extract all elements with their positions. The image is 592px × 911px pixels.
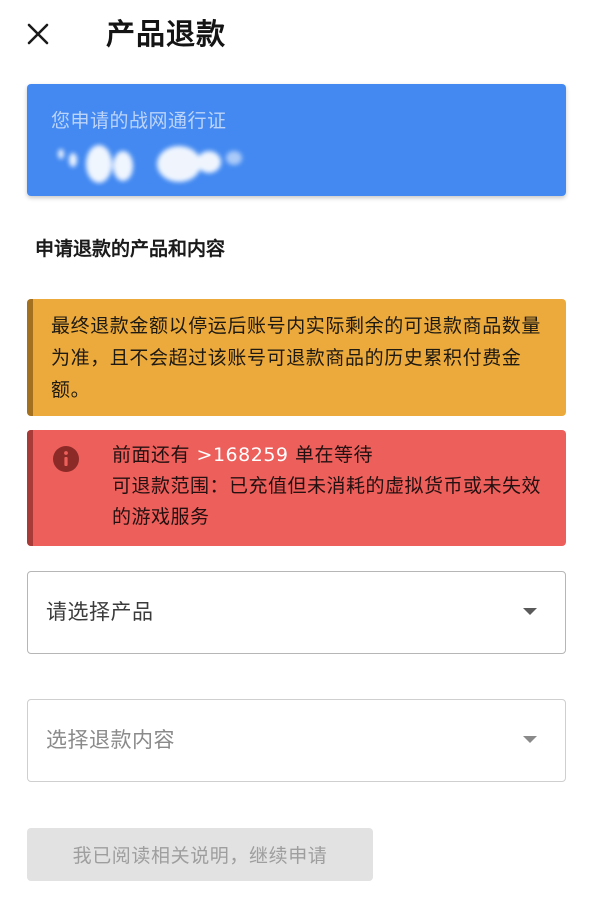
queue-notice-text: 前面还有 >168259 单在等待 可退款范围：已充值但未消耗的虚拟货币或未失效… (112, 440, 552, 533)
queue-status-line: 前面还有 >168259 单在等待 (112, 440, 552, 471)
close-icon (27, 23, 49, 45)
product-select[interactable]: 请选择产品 (27, 571, 566, 654)
notice-accent-bar (27, 299, 33, 416)
queue-prefix: 前面还有 (112, 444, 197, 466)
continue-application-button[interactable]: 我已阅读相关说明，继续申请 (27, 828, 373, 881)
pass-card-label: 您申请的战网通行证 (51, 110, 227, 132)
refund-amount-notice: 最终退款金额以停运后账号内实际剩余的可退款商品数量为准，且不会超过该账号可退款商… (27, 299, 566, 416)
dropdown-caret-icon (523, 608, 537, 615)
refund-content-select[interactable]: 选择退款内容 (27, 699, 566, 782)
notice-accent-bar (27, 430, 33, 546)
dropdown-caret-icon (523, 736, 537, 743)
refund-content-select-placeholder: 选择退款内容 (46, 728, 175, 752)
product-select-placeholder: 请选择产品 (46, 600, 154, 624)
close-button[interactable] (22, 18, 54, 50)
page-title: 产品退款 (106, 17, 227, 51)
refund-amount-notice-text: 最终退款金额以停运后账号内实际剩余的可退款商品数量为准，且不会超过该账号可退款商… (51, 315, 542, 401)
section-title: 申请退款的产品和内容 (35, 238, 226, 260)
header: 产品退款 (0, 0, 592, 72)
queue-count: >168259 (196, 444, 289, 466)
refund-scope-text: 可退款范围：已充值但未消耗的虚拟货币或未失效的游戏服务 (112, 475, 542, 528)
queue-notice: 前面还有 >168259 单在等待 可退款范围：已充值但未消耗的虚拟货币或未失效… (27, 430, 566, 546)
battlenet-pass-card: 您申请的战网通行证 (27, 84, 566, 196)
redacted-account-blur (58, 145, 242, 183)
queue-suffix: 单在等待 (288, 444, 374, 466)
info-icon (53, 446, 79, 472)
